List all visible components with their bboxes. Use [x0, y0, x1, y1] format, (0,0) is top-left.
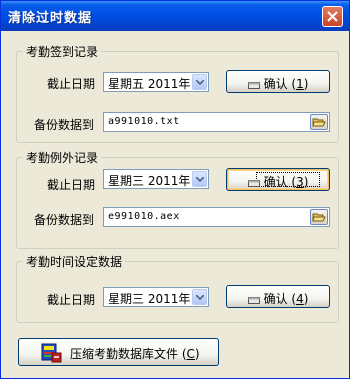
group-exception-records-legend: 考勤例外记录 [23, 149, 102, 166]
cutoff-date-value: 星期三 2011年 1 [108, 292, 202, 306]
confirm-button-4-label: 确认 ( [263, 292, 297, 306]
cutoff-date-picker[interactable]: 星期五 2011年 1 [103, 72, 209, 92]
compress-database-key: C [186, 347, 195, 361]
confirm-button-3-tail: ) [303, 175, 309, 189]
confirm-button-1[interactable]: 确认 (1) [226, 70, 330, 93]
eraser-icon [247, 180, 260, 187]
confirm-button-3-key: 3 [296, 175, 304, 189]
browse-folder-button[interactable] [310, 209, 328, 225]
dialog-window: 清除过时数据 考勤签到记录 截止日期 星期五 2011年 1 确认 (1) 备份… [0, 0, 350, 379]
confirm-button-4-tail: ) [303, 292, 309, 306]
cutoff-date-picker[interactable]: 星期三 2011年 1 [103, 287, 209, 307]
chevron-down-icon [196, 80, 204, 85]
backup-file-input[interactable]: a991010.txt [103, 112, 330, 132]
cutoff-date-label: 截止日期 [47, 77, 96, 91]
backup-to-label: 备份数据到 [34, 118, 95, 132]
backup-file-input[interactable]: e991010.aex [103, 207, 330, 227]
close-icon [327, 11, 338, 22]
folder-open-icon [312, 213, 326, 222]
dropdown-arrow-button[interactable] [192, 171, 207, 187]
browse-folder-button[interactable] [310, 114, 328, 130]
confirm-button-1-key: 1 [296, 77, 304, 91]
eraser-icon [247, 297, 260, 304]
confirm-button-1-label: 确认 ( [263, 77, 297, 91]
eraser-icon [247, 82, 260, 89]
dropdown-arrow-button[interactable] [192, 74, 207, 90]
group-time-settings-legend: 考勤时间设定数据 [23, 253, 126, 270]
cutoff-date-picker[interactable]: 星期三 2011年 1 [103, 169, 209, 189]
compress-database-button[interactable]: 压缩考勤数据库文件 (C) [18, 338, 219, 366]
cutoff-date-label: 截止日期 [47, 178, 96, 192]
chevron-down-icon [196, 295, 204, 300]
confirm-button-1-tail: ) [303, 77, 309, 91]
confirm-button-4-key: 4 [296, 292, 304, 306]
compress-database-label: 压缩考勤数据库文件 ( [70, 347, 187, 361]
title-bar[interactable]: 清除过时数据 [1, 1, 349, 31]
confirm-button-3[interactable]: 确认 (3) [226, 168, 330, 191]
cutoff-date-value: 星期三 2011年 1 [108, 174, 202, 188]
window-title: 清除过时数据 [8, 11, 93, 26]
group-attendance-records-legend: 考勤签到记录 [23, 43, 102, 60]
dropdown-arrow-button[interactable] [192, 289, 207, 305]
confirm-button-3-label: 确认 ( [263, 175, 297, 189]
cutoff-date-label: 截止日期 [47, 293, 96, 307]
backup-file-value: e991010.aex [108, 211, 180, 222]
backup-file-value: a991010.txt [108, 116, 180, 127]
compress-database-tail: ) [194, 347, 200, 361]
folder-open-icon [312, 118, 326, 127]
confirm-button-4[interactable]: 确认 (4) [226, 285, 330, 308]
chevron-down-icon [196, 177, 204, 182]
close-button[interactable] [322, 6, 343, 27]
database-compress-icon [41, 343, 62, 363]
backup-to-label: 备份数据到 [34, 213, 95, 227]
cutoff-date-value: 星期五 2011年 1 [108, 77, 202, 91]
